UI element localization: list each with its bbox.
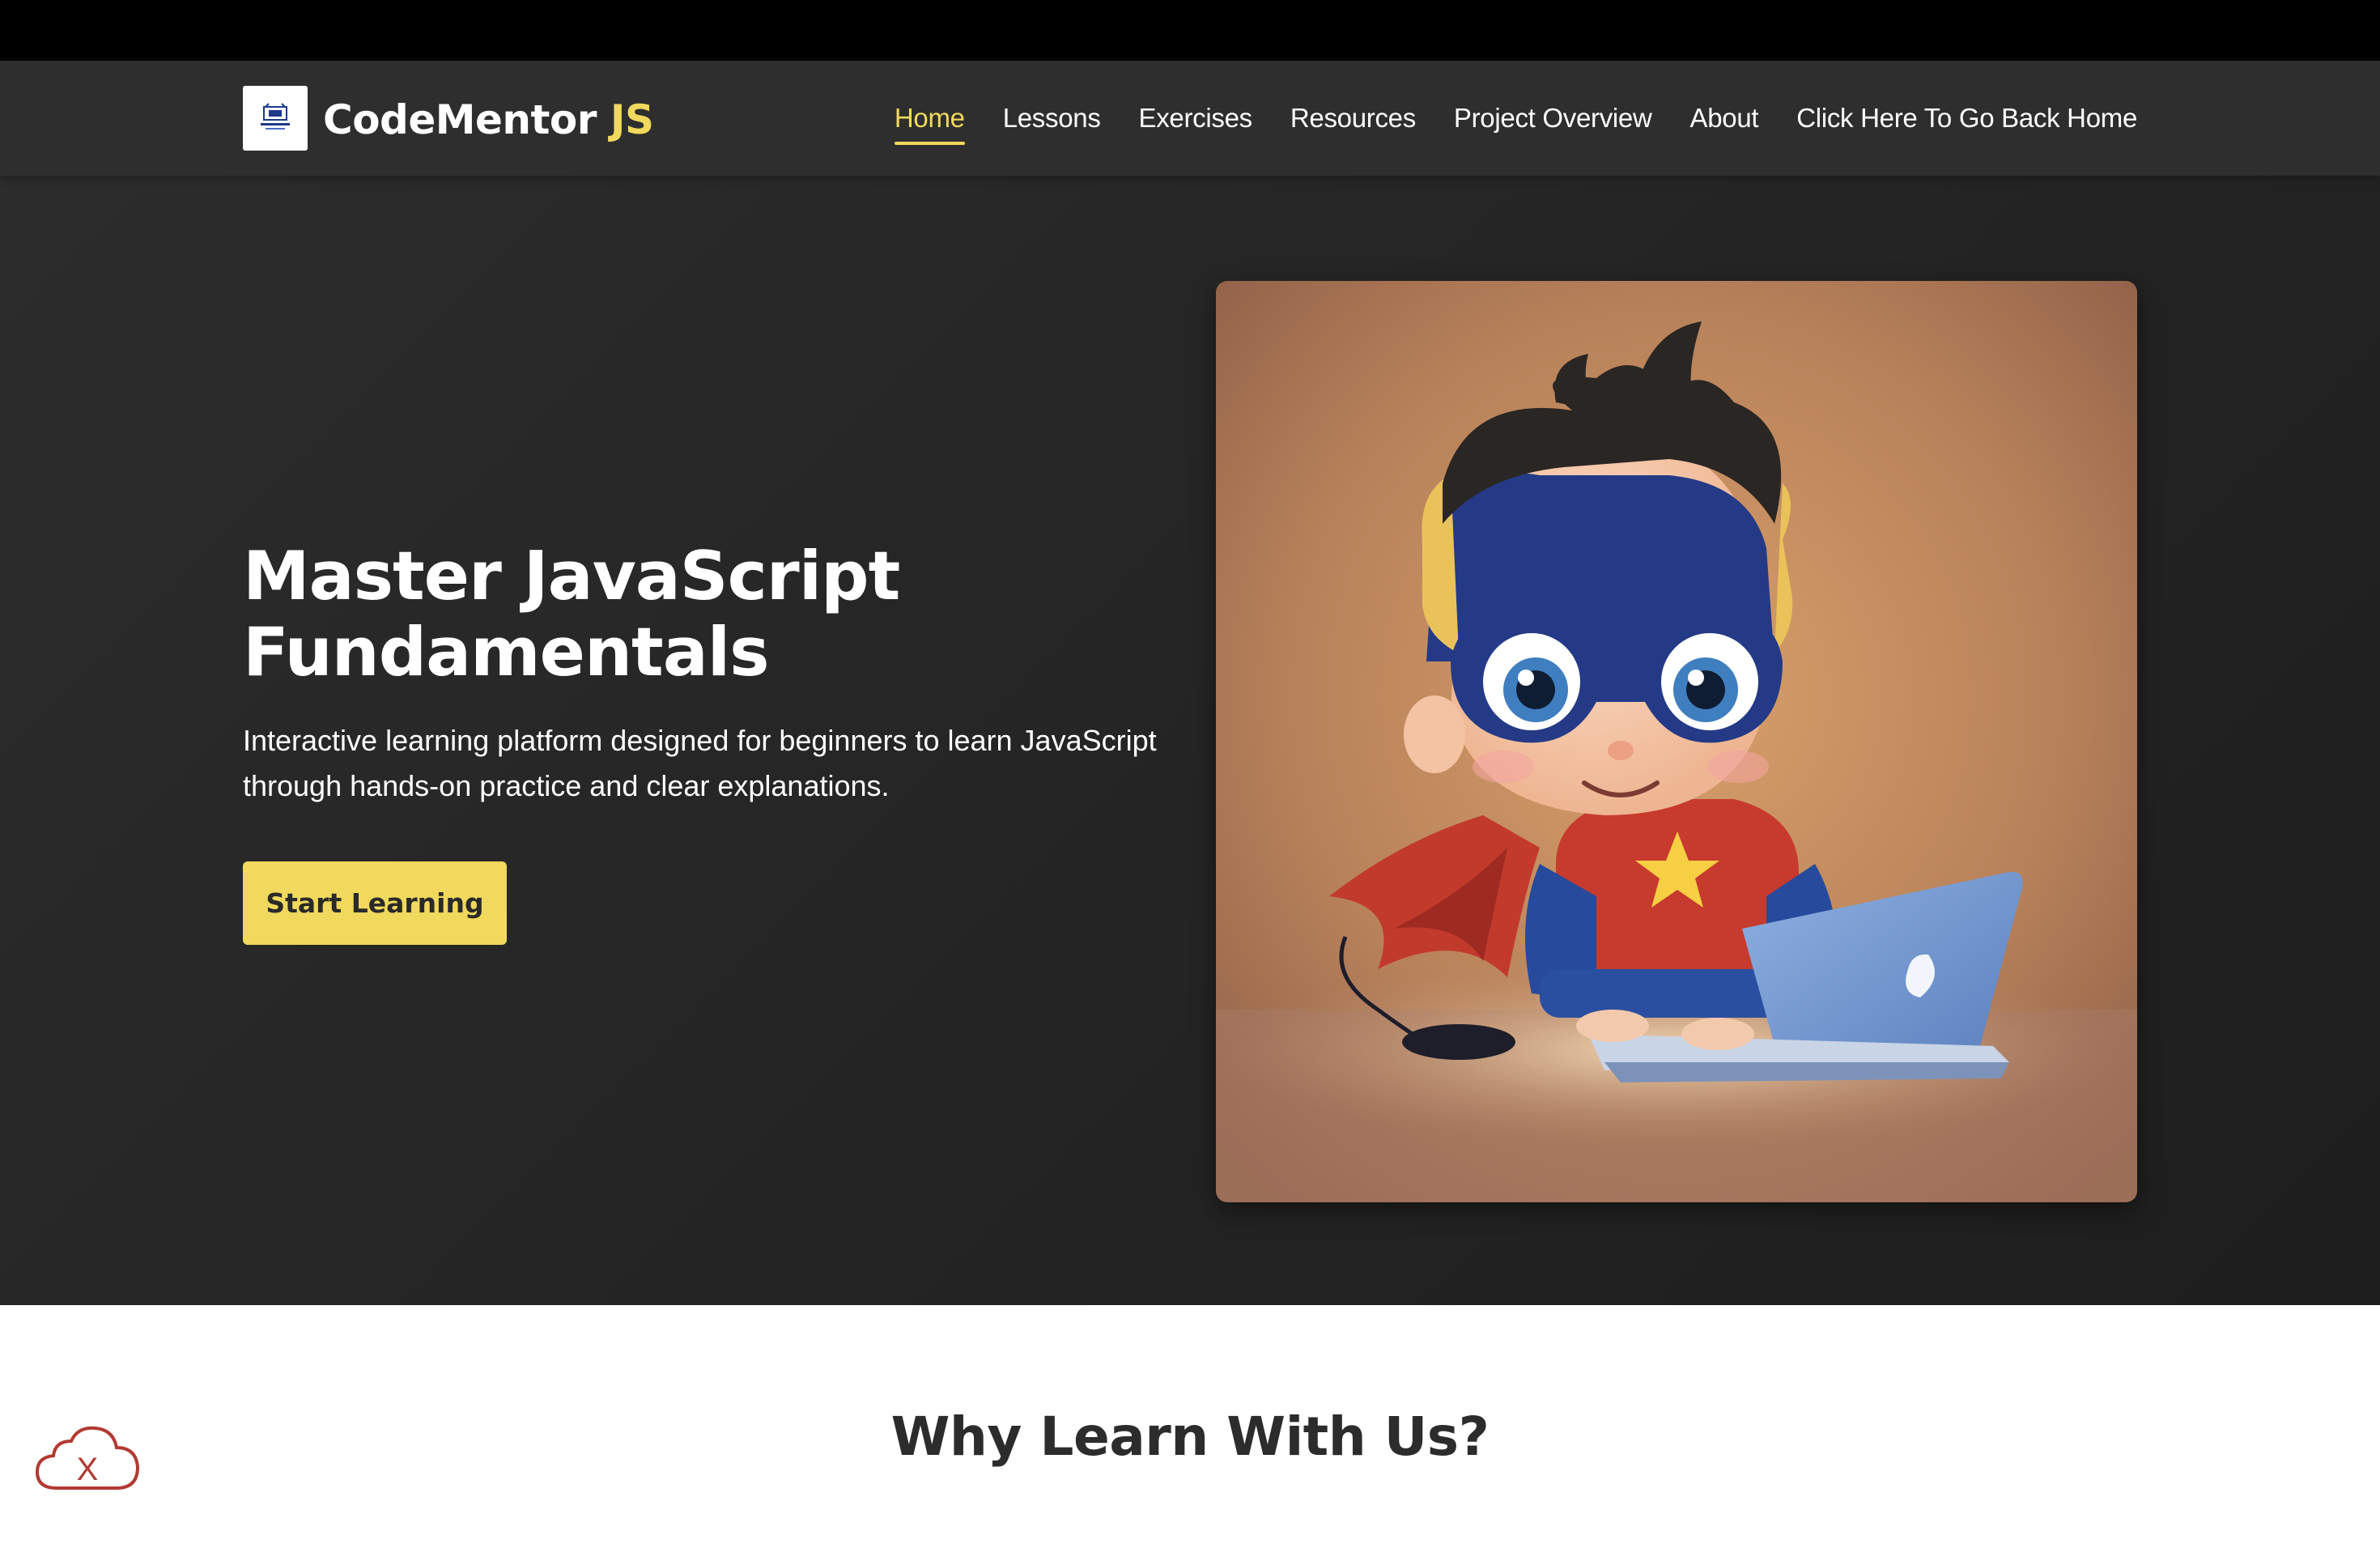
nav-home[interactable]: Home	[894, 103, 965, 145]
cloud-icon-text: X	[77, 1452, 99, 1487]
nav-project-overview[interactable]: Project Overview	[1454, 103, 1652, 134]
site-header: CodeMentor JS Home Lessons Exercises Res…	[0, 61, 2380, 176]
hero-description: Interactive learning platform designed f…	[243, 724, 1157, 802]
brand-name-accent: JS	[610, 96, 654, 143]
nav-about[interactable]: About	[1690, 103, 1759, 134]
features-section-title: Why Learn With Us?	[890, 1406, 1490, 1468]
start-learning-button[interactable]: Start Learning	[243, 861, 507, 945]
hero-section: Master JavaScript Fundamentals Interacti…	[0, 176, 2380, 1305]
logo-icon[interactable]	[243, 86, 308, 151]
hero-title: Master JavaScript Fundamentals	[243, 537, 900, 691]
browser-top-bar	[0, 0, 2380, 61]
cloud-offline-icon[interactable]: X	[32, 1423, 142, 1495]
brand-name[interactable]: CodeMentor JS	[323, 91, 654, 148]
hero-illustration	[1216, 281, 2137, 1202]
nav-exercises[interactable]: Exercises	[1139, 103, 1253, 134]
nav-resources[interactable]: Resources	[1290, 103, 1416, 134]
nav-lessons[interactable]: Lessons	[1003, 103, 1101, 134]
brand-name-main: CodeMentor	[323, 96, 597, 143]
nav-back-home[interactable]: Click Here To Go Back Home	[1796, 103, 2137, 134]
main-nav: Home Lessons Exercises Resources Project…	[894, 61, 2137, 176]
